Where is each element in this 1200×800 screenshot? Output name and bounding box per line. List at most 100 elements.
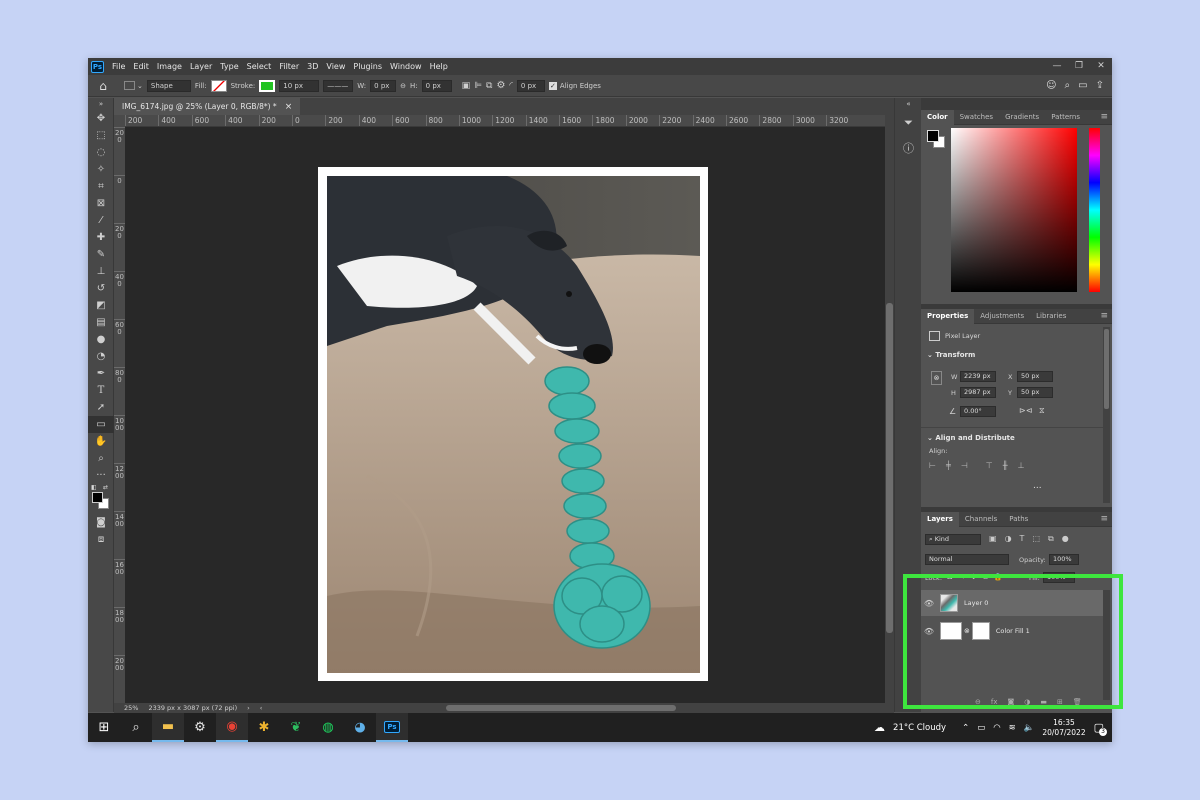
share-icon[interactable]: ⇪ — [1096, 80, 1104, 91]
menu-3d[interactable]: 3D — [303, 62, 322, 71]
more-options-button[interactable]: ... — [1033, 481, 1042, 491]
horizontal-scroll-thumb[interactable] — [446, 705, 676, 711]
align-center-icon[interactable]: ╪ — [946, 461, 951, 470]
weather-text[interactable]: 21°C Cloudy — [893, 723, 946, 733]
align-edges-checkbox[interactable]: ✓ Align Edges — [548, 81, 601, 90]
history-brush-tool-icon[interactable]: ↺ — [88, 280, 114, 297]
path-operations-icon[interactable]: ▣ — [462, 81, 471, 91]
smart-object-filter-icon[interactable]: ⧉ — [1048, 534, 1054, 544]
fg-bg-swatch[interactable] — [927, 130, 947, 150]
gear-icon[interactable]: ⚙ — [496, 80, 505, 91]
info-panel-icon[interactable]: ⓘ — [895, 135, 922, 160]
chevron-up-icon[interactable]: ⌃ — [962, 723, 969, 733]
chevron-right-icon[interactable]: › — [247, 704, 250, 712]
link-dimensions-icon[interactable]: ⊗ — [931, 371, 942, 385]
menu-plugins[interactable]: Plugins — [349, 62, 386, 71]
vertical-scrollbar[interactable] — [885, 115, 894, 703]
zoom-tool-icon[interactable]: ⌕ — [88, 450, 114, 467]
layer-y-field[interactable]: 50 px — [1017, 387, 1053, 398]
more-tools-icon[interactable]: ··· — [88, 467, 114, 484]
windows-start-icon[interactable]: ⊞ — [88, 713, 120, 742]
slack-icon[interactable]: ✱ — [248, 713, 280, 742]
quick-mask-icon[interactable]: ◙ — [88, 514, 114, 531]
evernote-icon[interactable]: ❦ — [280, 713, 312, 742]
panel-menu-icon[interactable]: ≡ — [1100, 514, 1112, 524]
path-alignment-icon[interactable]: ⊫ — [474, 81, 482, 91]
color-swatches[interactable]: ◧ ⇄ — [88, 484, 114, 514]
tab-color[interactable]: Color — [921, 109, 954, 125]
shape-width-field[interactable]: 0 px — [370, 79, 397, 92]
hand-tool-icon[interactable]: ✋ — [88, 433, 114, 450]
dodge-tool-icon[interactable]: ◔ — [88, 348, 114, 365]
close-button[interactable]: ✕ — [1090, 58, 1112, 75]
frame-tool-icon[interactable]: ⊠ — [88, 195, 114, 212]
volume-icon[interactable]: 🔈 — [1024, 723, 1035, 733]
chrome-icon[interactable]: ◉ — [216, 713, 248, 742]
menu-filter[interactable]: Filter — [275, 62, 303, 71]
menu-type[interactable]: Type — [216, 62, 242, 71]
adjustment-filter-icon[interactable]: ◑ — [1005, 534, 1012, 544]
gradient-tool-icon[interactable]: ▤ — [88, 314, 114, 331]
blend-mode-select[interactable]: Normal — [925, 554, 1009, 565]
menu-image[interactable]: Image — [153, 62, 186, 71]
layer-height-field[interactable]: 2987 px — [960, 387, 996, 398]
tab-patterns[interactable]: Patterns — [1045, 110, 1086, 125]
filter-toggle-icon[interactable]: ● — [1062, 534, 1069, 544]
default-colors-icon[interactable]: ◧ — [91, 484, 97, 491]
screen-mode-icon[interactable]: ⧈ — [88, 531, 114, 548]
eraser-tool-icon[interactable]: ◩ — [88, 297, 114, 314]
clone-stamp-tool-icon[interactable]: ⊥ — [88, 263, 114, 280]
wifi-icon[interactable]: ≋ — [1009, 723, 1016, 733]
tab-channels[interactable]: Channels — [959, 512, 1003, 527]
shape-mode-select[interactable]: Shape — [146, 79, 191, 92]
pen-tool-icon[interactable]: ✒ — [88, 365, 114, 382]
stroke-width-field[interactable]: 10 px — [279, 79, 320, 92]
brush-tool-icon[interactable]: ✎ — [88, 246, 114, 263]
tool-preset-picker[interactable]: ⌄ — [124, 81, 143, 90]
clock[interactable]: 16:35 20/07/2022 — [1042, 718, 1085, 738]
panel-collapse-icon[interactable]: » — [88, 98, 114, 110]
chevron-left-icon[interactable]: ‹ — [260, 704, 263, 712]
flip-vertical-icon[interactable]: ⧖ — [1039, 406, 1045, 416]
transform-heading[interactable]: ⌄ Transform — [921, 347, 981, 363]
layer-x-field[interactable]: 50 px — [1017, 371, 1053, 382]
history-panel-icon[interactable]: ⏷ — [895, 110, 922, 135]
layer-width-field[interactable]: 2239 px — [960, 371, 996, 382]
document-tab[interactable]: IMG_6174.jpg @ 25% (Layer 0, RGB/8*) * × — [114, 98, 301, 115]
magic-wand-tool-icon[interactable]: ✧ — [88, 161, 114, 178]
type-filter-icon[interactable]: T — [1020, 534, 1025, 544]
align-bottom-icon[interactable]: ⊥ — [1018, 461, 1025, 470]
account-icon[interactable]: ☺ — [1046, 80, 1056, 91]
align-top-icon[interactable]: ⊤ — [986, 461, 993, 470]
tab-swatches[interactable]: Swatches — [954, 110, 999, 125]
restore-button[interactable]: ❐ — [1068, 58, 1090, 75]
flip-horizontal-icon[interactable]: ⊳⊲ — [1019, 406, 1032, 415]
tab-libraries[interactable]: Libraries — [1030, 309, 1072, 324]
tab-adjustments[interactable]: Adjustments — [974, 309, 1030, 324]
layer-filter-select[interactable]: ⌕ Kind — [925, 534, 981, 545]
menu-select[interactable]: Select — [243, 62, 276, 71]
panel-collapse-icon[interactable]: « — [895, 98, 922, 110]
menu-view[interactable]: View — [322, 62, 349, 71]
type-tool-icon[interactable]: T — [88, 382, 114, 399]
path-selection-tool-icon[interactable]: ➚ — [88, 399, 114, 416]
stroke-swatch[interactable] — [259, 79, 276, 92]
hue-slider[interactable] — [1089, 128, 1100, 292]
link-icon[interactable]: ⊖ — [400, 82, 406, 90]
tab-gradients[interactable]: Gradients — [999, 110, 1045, 125]
properties-scroll-thumb[interactable] — [1104, 329, 1109, 409]
rectangle-tool-icon[interactable]: ▭ — [88, 416, 114, 433]
align-distribute-heading[interactable]: ⌄ Align and Distribute — [921, 430, 1021, 446]
align-right-icon[interactable]: ⊣ — [961, 461, 968, 470]
tab-layers[interactable]: Layers — [921, 511, 959, 527]
zoom-level[interactable]: 25% — [124, 704, 138, 712]
align-left-icon[interactable]: ⊢ — [929, 461, 936, 470]
foreground-color-swatch[interactable] — [927, 130, 939, 142]
spotify-icon[interactable]: ◍ — [312, 713, 344, 742]
dog-photo-layer[interactable] — [327, 176, 700, 673]
network-icon[interactable]: ◠ — [993, 723, 1000, 733]
menu-help[interactable]: Help — [426, 62, 452, 71]
menu-edit[interactable]: Edit — [129, 62, 153, 71]
minimize-button[interactable]: — — [1046, 58, 1068, 75]
home-icon[interactable]: ⌂ — [94, 79, 112, 93]
